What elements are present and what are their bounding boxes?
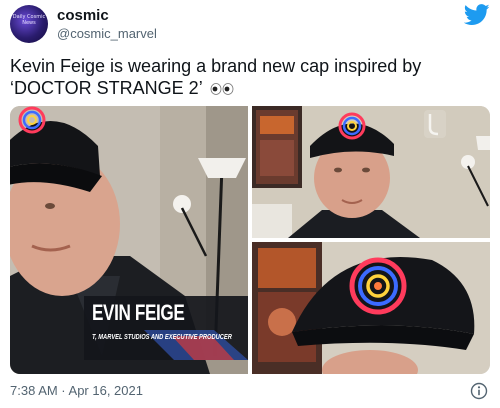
twitter-bird-icon[interactable] [464, 4, 490, 26]
photo-bottom-right[interactable] [252, 242, 490, 374]
eyes-icon [210, 83, 234, 96]
avatar[interactable]: Daily Cosmic News [10, 5, 48, 43]
photo-top-right[interactable] [252, 106, 490, 238]
media-grid[interactable]: EVIN FEIGE T, MARVEL STUDIOS AND EXECUTI… [10, 106, 490, 374]
lower-third-title: T, MARVEL STUDIOS AND EXECUTIVE PRODUCER [92, 334, 232, 341]
tweet-text: Kevin Feige is wearing a brand new cap i… [10, 55, 494, 99]
author-display-name[interactable]: cosmic [57, 7, 109, 24]
photo-top-right-illustration [252, 106, 490, 238]
photo-left[interactable]: EVIN FEIGE T, MARVEL STUDIOS AND EXECUTI… [10, 106, 248, 374]
avatar-label: Daily Cosmic News [12, 14, 46, 26]
photo-bottom-right-illustration [252, 242, 490, 374]
info-icon[interactable] [470, 382, 488, 400]
lower-third-name: EVIN FEIGE [92, 300, 185, 325]
author-handle[interactable]: @cosmic_marvel [57, 26, 157, 41]
tweet-card: Daily Cosmic News cosmic @cosmic_marvel … [0, 0, 500, 408]
tweet-timestamp[interactable]: 7:38 AM · Apr 16, 2021 [10, 383, 143, 398]
lower-third: EVIN FEIGE T, MARVEL STUDIOS AND EXECUTI… [84, 296, 248, 360]
